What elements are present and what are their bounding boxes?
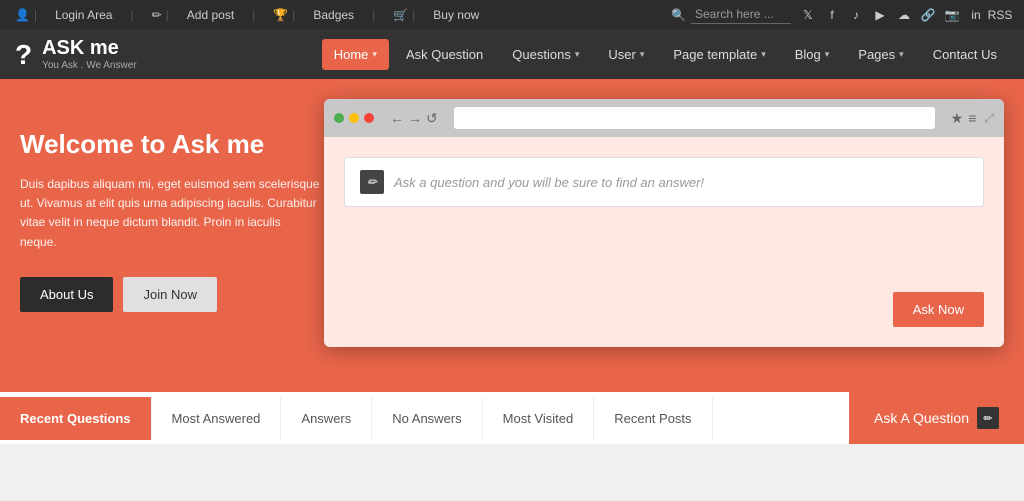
hero-buttons: About Us Join Now: [20, 277, 320, 312]
maximize-icon[interactable]: ⤢: [984, 111, 994, 126]
logo-title: ASK me: [42, 37, 137, 60]
chevron-down-icon: ▾: [640, 49, 645, 60]
browser-mockup: ← → ↺ ★ ≡ ⤢ ✏ Ask a question and you wil…: [324, 99, 1004, 347]
tab-most-visited[interactable]: Most Visited: [483, 397, 595, 440]
logo-icon: ?: [15, 41, 32, 69]
search-icon: 🔍: [671, 8, 686, 22]
logo-subtitle: You Ask . We Answer: [42, 60, 137, 71]
user-icon: 👤: [15, 8, 30, 22]
browser-url-bar[interactable]: [454, 107, 935, 129]
trophy-icon: 🏆: [273, 8, 288, 22]
nav-user[interactable]: User ▾: [596, 39, 656, 70]
ask-question-label: Ask A Question: [874, 410, 969, 426]
tab-recent-posts[interactable]: Recent Posts: [594, 397, 712, 440]
nav-home[interactable]: Home ▾: [322, 39, 389, 70]
refresh-button[interactable]: ↺: [426, 110, 438, 127]
chevron-down-icon: ▾: [372, 49, 377, 60]
nav-page-template[interactable]: Page template ▾: [661, 39, 777, 70]
ask-pencil-icon: ✏: [977, 407, 999, 429]
back-button[interactable]: ←: [390, 110, 404, 127]
hero-description: Duis dapibus aliquam mi, eget euismod se…: [20, 175, 320, 252]
search-input[interactable]: [691, 5, 791, 24]
linkedin-icon[interactable]: in: [967, 6, 985, 24]
tabs-section: Recent Questions Most Answered Answers N…: [0, 389, 1024, 444]
nav-bar: ? ASK me You Ask . We Answer Home ▾ Ask …: [0, 29, 1024, 79]
browser-dots: [334, 113, 374, 123]
rss-icon[interactable]: RSS: [991, 6, 1009, 24]
cart-icon: 🛒: [393, 8, 408, 22]
tab-most-answered[interactable]: Most Answered: [152, 397, 282, 440]
tab-answers[interactable]: Answers: [281, 397, 372, 440]
logo-text: ASK me You Ask . We Answer: [42, 37, 137, 71]
hero-section: Welcome to Ask me Duis dapibus aliquam m…: [0, 79, 1024, 389]
hero-title: Welcome to Ask me: [20, 129, 320, 160]
chevron-down-icon: ▾: [761, 49, 766, 60]
browser-chrome: ← → ↺ ★ ≡ ⤢: [324, 99, 1004, 137]
nav-pages[interactable]: Pages ▾: [846, 39, 915, 70]
add-post-link[interactable]: ✏ Add post: [130, 8, 234, 22]
ask-input-area[interactable]: ✏ Ask a question and you will be sure to…: [344, 157, 984, 207]
login-link[interactable]: 👤 Login Area: [15, 8, 112, 22]
social-icons: 𝕏 f ♪ ▶ ☁ 🔗 📷 in RSS: [799, 6, 1009, 24]
ask-a-question-button[interactable]: Ask A Question ✏: [849, 392, 1024, 444]
buy-now-link[interactable]: 🛒 Buy now: [372, 8, 479, 22]
pencil-icon: ✏: [360, 170, 384, 194]
pencil-icon: ✏: [152, 8, 162, 22]
tabs-left: Recent Questions Most Answered Answers N…: [0, 397, 713, 440]
search-area: 🔍: [671, 5, 791, 24]
badges-link[interactable]: 🏆 Badges: [252, 8, 354, 22]
nav-ask-question[interactable]: Ask Question: [394, 39, 495, 70]
browser-body: ✏ Ask a question and you will be sure to…: [324, 137, 1004, 347]
about-us-button[interactable]: About Us: [20, 277, 113, 312]
tab-no-answers[interactable]: No Answers: [372, 397, 482, 440]
nav-blog[interactable]: Blog ▾: [783, 39, 842, 70]
menu-icon[interactable]: ≡: [968, 110, 976, 127]
chevron-down-icon: ▾: [899, 49, 904, 60]
dot-yellow: [349, 113, 359, 123]
join-now-button[interactable]: Join Now: [123, 277, 216, 312]
chevron-down-icon: ▾: [575, 49, 580, 60]
top-bar-right: 🔍 𝕏 f ♪ ▶ ☁ 🔗 📷 in RSS: [671, 5, 1009, 24]
hero-left: Welcome to Ask me Duis dapibus aliquam m…: [20, 119, 320, 329]
dot-red: [364, 113, 374, 123]
youtube-icon[interactable]: ▶: [871, 6, 889, 24]
nav-contact[interactable]: Contact Us: [921, 39, 1009, 70]
ask-placeholder: Ask a question and you will be sure to f…: [394, 175, 704, 190]
star-icon[interactable]: ★: [951, 110, 964, 127]
browser-actions: ★ ≡: [951, 110, 977, 127]
browser-nav: ← → ↺: [390, 110, 438, 127]
dot-green: [334, 113, 344, 123]
top-bar-left: 👤 Login Area ✏ Add post 🏆 Badges 🛒 Buy n…: [15, 8, 479, 22]
facebook-icon[interactable]: f: [823, 6, 841, 24]
tiktok-icon[interactable]: ♪: [847, 6, 865, 24]
nav-menu: Home ▾ Ask Question Questions ▾ User ▾ P…: [322, 39, 1009, 70]
nav-questions[interactable]: Questions ▾: [500, 39, 591, 70]
chevron-down-icon: ▾: [825, 49, 830, 60]
chain-icon[interactable]: 🔗: [919, 6, 937, 24]
twitter-icon[interactable]: 𝕏: [799, 6, 817, 24]
camera-icon[interactable]: 📷: [943, 6, 961, 24]
skype-icon[interactable]: ☁: [895, 6, 913, 24]
top-bar: 👤 Login Area ✏ Add post 🏆 Badges 🛒 Buy n…: [0, 0, 1024, 29]
forward-button[interactable]: →: [408, 110, 422, 127]
tab-recent-questions[interactable]: Recent Questions: [0, 397, 152, 440]
logo[interactable]: ? ASK me You Ask . We Answer: [15, 37, 137, 71]
ask-now-button[interactable]: Ask Now: [893, 292, 984, 327]
